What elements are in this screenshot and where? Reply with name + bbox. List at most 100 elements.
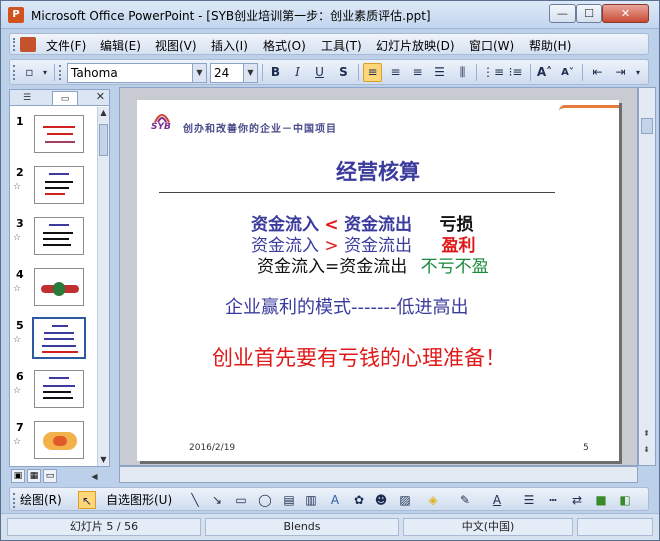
minimize-button[interactable]: — <box>549 4 576 23</box>
slide-title[interactable]: 经营核算 <box>137 156 619 186</box>
line-color-icon[interactable]: ✎ <box>456 491 474 509</box>
grow-font-button[interactable]: A˄ <box>535 63 554 82</box>
menu-grip[interactable] <box>13 38 16 51</box>
diagram-icon[interactable]: ✿ <box>350 491 368 509</box>
3d-style-icon[interactable]: ◧ <box>616 491 634 509</box>
menu-help[interactable]: 帮助(H) <box>529 37 571 54</box>
font-size-combo[interactable]: 24 ▼ <box>210 63 258 83</box>
tab-outline[interactable]: ☰ <box>14 91 40 105</box>
format-toolbar-grip[interactable] <box>59 65 62 80</box>
thumbnail-row[interactable]: 3 ☆ <box>10 217 98 265</box>
slide-sorter-view-icon[interactable]: ▦ <box>27 469 41 483</box>
toolbar-options-icon[interactable]: ▾ <box>632 63 644 82</box>
close-button[interactable]: ✕ <box>602 4 649 23</box>
menu-window[interactable]: 窗口(W) <box>469 37 514 54</box>
slide-thumbnail[interactable] <box>34 421 84 459</box>
font-color-icon[interactable]: A <box>488 491 506 509</box>
align-right-icon[interactable]: ≡ <box>408 63 427 82</box>
rectangle-icon[interactable]: ▭ <box>232 491 250 509</box>
dash-style-icon[interactable]: ┅ <box>544 491 562 509</box>
oval-icon[interactable]: ◯ <box>256 491 274 509</box>
align-center-icon[interactable]: ≡ <box>386 63 405 82</box>
font-name-combo[interactable]: Tahoma ▼ <box>67 63 207 83</box>
line-style-icon[interactable]: ☰ <box>520 491 538 509</box>
transition-star-icon: ☆ <box>13 335 22 345</box>
toolbar-grip[interactable] <box>13 493 16 508</box>
slide-vertical-scrollbar[interactable]: ⇞ ⇟ <box>638 87 656 466</box>
shadow-style-icon[interactable]: ■ <box>592 491 610 509</box>
slideshow-view-icon[interactable]: ▭ <box>43 469 57 483</box>
menu-format[interactable]: 格式(O) <box>263 37 306 54</box>
tab-slides[interactable]: ▭ <box>52 91 78 105</box>
bullets-icon[interactable]: ⁝≡ <box>506 63 525 82</box>
increase-indent-icon[interactable]: ⇥ <box>611 63 630 82</box>
close-icon[interactable]: ✕ <box>96 90 105 103</box>
distribute-text-icon[interactable]: ☰ <box>430 63 449 82</box>
scroll-down-icon[interactable]: ▼ <box>98 454 109 466</box>
warning-text[interactable]: 创业首先要有亏钱的心理准备！ <box>212 342 506 372</box>
align-left-icon[interactable]: ≡ <box>363 63 382 82</box>
previous-slide-icon[interactable]: ⇞ <box>641 428 652 440</box>
slide-canvas[interactable]: SYB 创办和改善你的企业－中国项目 经营核算 资金流入 < 资金流出 亏损 资… <box>119 87 638 466</box>
chevron-down-icon[interactable]: ▼ <box>192 64 206 82</box>
slide-thumbnail[interactable] <box>34 268 84 306</box>
scroll-left-icon[interactable]: ◀ <box>89 471 100 483</box>
thumbnail-row[interactable]: 4 ☆ <box>10 268 98 316</box>
toolbar-options-icon[interactable]: ▾ <box>40 63 50 82</box>
shrink-font-button[interactable]: A˅ <box>558 63 577 82</box>
profit-model-text[interactable]: 企业赢利的模式-------低进高出 <box>225 293 468 319</box>
scroll-up-icon[interactable]: ▲ <box>98 107 109 119</box>
select-arrow-icon[interactable]: ↖ <box>78 491 96 509</box>
next-slide-icon[interactable]: ⇟ <box>641 444 652 456</box>
bold-button[interactable]: B <box>266 63 285 82</box>
decrease-indent-icon[interactable]: ⇤ <box>588 63 607 82</box>
slide-horizontal-scrollbar[interactable] <box>119 466 638 483</box>
thumbnail-row[interactable]: 2 ☆ <box>10 166 98 214</box>
toolbar-grip[interactable] <box>13 65 16 80</box>
current-slide[interactable]: SYB 创办和改善你的企业－中国项目 经营核算 资金流入 < 资金流出 亏损 资… <box>137 100 619 461</box>
line-icon[interactable]: ╲ <box>186 491 204 509</box>
slide-header: 创办和改善你的企业－中国项目 <box>183 124 337 135</box>
normal-view-icon[interactable]: ▣ <box>11 469 25 483</box>
slide-thumbnail[interactable] <box>34 217 84 255</box>
text-row-breakeven[interactable]: 资金流入=资金流出 不亏不盈 <box>257 252 489 277</box>
scroll-thumb[interactable] <box>641 118 653 134</box>
thumbnail-row[interactable]: 6 ☆ <box>10 370 98 418</box>
menu-slideshow[interactable]: 幻灯片放映(D) <box>376 37 455 54</box>
slide-thumbnail-selected[interactable] <box>32 317 86 359</box>
draw-menu[interactable]: 绘图(R) <box>20 491 62 508</box>
arrow-style-icon[interactable]: ⇄ <box>568 491 586 509</box>
slide-thumbnail[interactable] <box>34 166 84 204</box>
thumbnail-row[interactable]: 7 ☆ <box>10 421 98 469</box>
maximize-button[interactable]: ☐ <box>576 4 602 23</box>
thumbnail-row[interactable]: 1 <box>10 115 98 163</box>
shadow-button[interactable]: S <box>334 63 353 82</box>
menu-view[interactable]: 视图(V) <box>155 37 197 54</box>
underline-button[interactable]: U <box>310 63 329 82</box>
menu-tools[interactable]: 工具(T) <box>321 37 362 54</box>
chevron-down-icon[interactable]: ▼ <box>243 64 257 82</box>
menu-insert[interactable]: 插入(I) <box>211 37 248 54</box>
thumbnails-scrollbar[interactable]: ▲ ▼ <box>97 107 109 466</box>
new-document-icon[interactable]: ▫ <box>20 63 39 82</box>
menu-file[interactable]: 文件(F) <box>46 37 86 54</box>
thumbnail-row[interactable]: 5 ☆ <box>10 317 98 367</box>
autoshapes-menu[interactable]: 自选图形(U) <box>106 491 172 508</box>
vertical-textbox-icon[interactable]: ▥ <box>302 491 320 509</box>
slide-thumbnail[interactable] <box>34 115 84 153</box>
scroll-thumb[interactable] <box>99 124 108 156</box>
font-size-value: 24 <box>214 66 230 80</box>
menu-edit[interactable]: 编辑(E) <box>100 37 141 54</box>
textbox-icon[interactable]: ▤ <box>280 491 298 509</box>
arrow-icon[interactable]: ↘ <box>208 491 226 509</box>
slide-thumbnail[interactable] <box>34 370 84 408</box>
document-icon[interactable] <box>20 37 36 52</box>
clipart-icon[interactable]: ☻ <box>372 491 390 509</box>
italic-button[interactable]: I <box>288 63 307 82</box>
text-direction-icon[interactable]: ⫼ <box>453 63 472 82</box>
numbering-icon[interactable]: ⋮≡ <box>482 63 504 82</box>
picture-icon[interactable]: ▨ <box>396 491 414 509</box>
wordart-icon[interactable]: A <box>326 491 344 509</box>
fill-color-icon[interactable]: ◈ <box>424 491 442 509</box>
powerpoint-app-icon[interactable]: P <box>8 7 24 23</box>
